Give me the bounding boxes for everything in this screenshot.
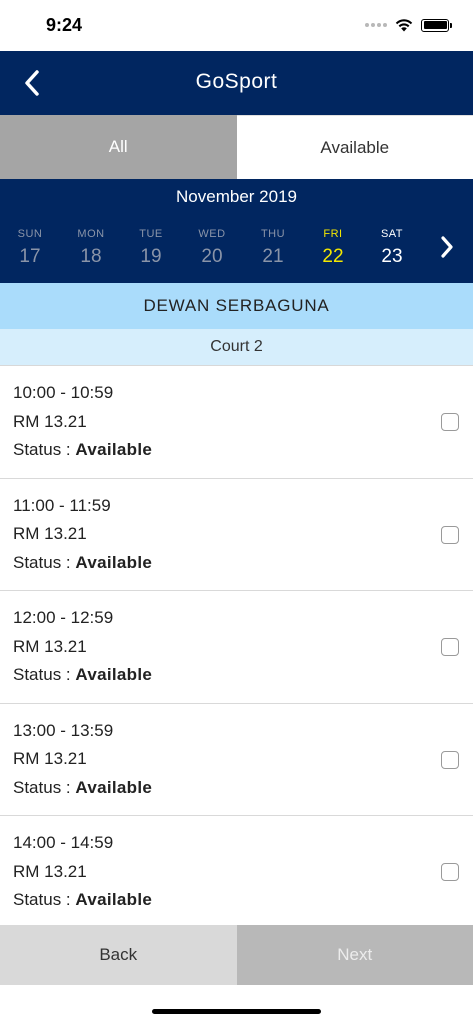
slot-time: 11:00 - 11:59 xyxy=(13,495,111,515)
slot-item[interactable]: 12:00 - 12:59 RM 13.21 Status : Availabl… xyxy=(0,591,473,704)
app-header: GoSport xyxy=(0,51,473,115)
slot-status-label: Status : xyxy=(13,777,71,797)
day-name: TUE xyxy=(139,228,163,240)
slot-status-label: Status : xyxy=(13,440,71,459)
slot-price: RM 13.21 xyxy=(13,861,87,881)
status-time: 9:24 xyxy=(46,15,83,35)
tab-all[interactable]: All xyxy=(0,115,237,179)
page-title: GoSport xyxy=(195,70,278,93)
slot-checkbox[interactable] xyxy=(441,638,459,656)
day-name: FRI xyxy=(323,228,343,240)
day-wed[interactable]: WED 20 xyxy=(182,228,242,268)
slot-status-value: Available xyxy=(75,552,153,572)
day-thu[interactable]: THU 21 xyxy=(243,228,303,268)
day-number: 21 xyxy=(262,246,284,267)
week-calendar: November 2019 SUN 17 MON 18 TUE 19 WED 2… xyxy=(0,179,473,283)
slot-status-label: Status : xyxy=(13,552,71,572)
cellular-signal-icon xyxy=(365,23,387,27)
day-number: 19 xyxy=(140,246,162,267)
venue-name: DEWAN SERBAGUNA xyxy=(0,283,473,329)
slot-status-value: Available xyxy=(75,440,153,459)
slot-status: Status : Available xyxy=(13,889,473,918)
day-number: 18 xyxy=(80,246,102,267)
day-mon[interactable]: MON 18 xyxy=(61,228,121,268)
slot-status-label: Status : xyxy=(13,890,71,909)
slot-time: 12:00 - 12:59 xyxy=(13,608,114,627)
slot-checkbox[interactable] xyxy=(441,525,459,544)
slot-list: 10:00 - 10:59 RM 13.21 Status : Availabl… xyxy=(0,366,473,929)
slot-item[interactable]: 10:00 - 10:59 RM 13.21 Status : Availabl… xyxy=(0,366,473,479)
slot-status: Status : Available xyxy=(13,664,473,693)
slot-status-value: Available xyxy=(75,890,153,909)
slot-checkbox[interactable] xyxy=(441,863,459,881)
wifi-icon xyxy=(395,19,413,32)
slot-time: 14:00 - 14:59 xyxy=(13,833,114,852)
chevron-right-icon xyxy=(441,236,453,258)
day-name: WED xyxy=(198,228,226,240)
slot-price: RM 13.21 xyxy=(13,411,87,431)
next-button[interactable]: Next xyxy=(236,925,473,985)
day-name: SUN xyxy=(17,228,43,240)
slot-time: 13:00 - 13:59 xyxy=(13,720,114,740)
slot-status-value: Available xyxy=(75,665,153,684)
day-tue[interactable]: TUE 19 xyxy=(121,228,181,268)
slot-status: Status : Available xyxy=(13,439,473,468)
day-sun[interactable]: SUN 17 xyxy=(0,228,60,268)
slot-status: Status : Available xyxy=(13,552,473,581)
battery-icon xyxy=(421,18,452,32)
slot-checkbox[interactable] xyxy=(441,413,459,431)
slot-price: RM 13.21 xyxy=(13,636,87,656)
slot-price: RM 13.21 xyxy=(13,749,87,768)
day-number: 20 xyxy=(201,246,223,267)
day-name: MON xyxy=(77,228,105,240)
slot-price: RM 13.21 xyxy=(13,524,87,543)
month-label: November 2019 xyxy=(176,187,297,206)
tab-available[interactable]: Available xyxy=(236,115,473,179)
status-icons xyxy=(365,18,452,32)
slot-status-value: Available xyxy=(75,777,153,797)
slot-time: 10:00 - 10:59 xyxy=(13,383,114,402)
day-number: 17 xyxy=(19,246,41,267)
slot-status: Status : Available xyxy=(13,777,473,806)
status-bar: 9:24 xyxy=(0,0,473,51)
day-number: 23 xyxy=(381,246,403,267)
filter-tabs: All Available xyxy=(0,115,473,179)
slot-checkbox[interactable] xyxy=(441,750,459,769)
slot-item[interactable]: 14:00 - 14:59 RM 13.21 Status : Availabl… xyxy=(0,816,473,929)
bottom-action-bar: Back Next xyxy=(0,925,473,985)
day-name: SAT xyxy=(380,228,404,240)
court-name: Court 2 xyxy=(0,329,473,366)
day-fri[interactable]: FRI 22 xyxy=(303,228,363,268)
slot-item[interactable]: 13:00 - 13:59 RM 13.21 Status : Availabl… xyxy=(0,704,473,816)
slot-item[interactable]: 11:00 - 11:59 RM 13.21 Status : Availabl… xyxy=(0,479,473,591)
back-button[interactable]: Back xyxy=(0,925,237,985)
day-sat[interactable]: SAT 23 xyxy=(362,228,422,268)
home-indicator[interactable] xyxy=(152,1009,321,1014)
slot-status-label: Status : xyxy=(13,665,71,684)
day-number: 22 xyxy=(322,246,344,267)
day-name: THU xyxy=(260,228,286,240)
next-week-button[interactable] xyxy=(433,233,461,261)
